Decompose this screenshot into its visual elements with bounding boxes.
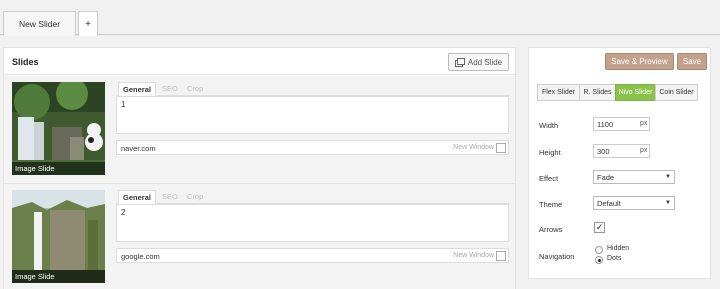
images-icon: [454, 57, 465, 67]
slide-item: Image Slide General SEO Crop 2 google.co…: [4, 184, 515, 289]
new-window-checkbox[interactable]: [496, 251, 506, 261]
type-coin-slider[interactable]: Coin Slider: [655, 84, 698, 101]
slide-item: Image Slide General SEO Crop 1 naver.com…: [4, 76, 515, 184]
chevron-down-icon: ▼: [665, 200, 671, 206]
new-window-label: New Window: [453, 144, 494, 151]
tab-general[interactable]: General: [118, 190, 156, 204]
height-unit: px: [640, 147, 648, 154]
type-flex-slider[interactable]: Flex Slider: [537, 84, 580, 101]
new-window-checkbox[interactable]: [496, 143, 506, 153]
theme-value: Default: [597, 199, 621, 208]
effect-select[interactable]: Fade ▼: [593, 170, 675, 184]
nav-hidden-label: Hidden: [607, 245, 630, 252]
slide-link-field[interactable]: google.com New Window: [116, 248, 509, 263]
tab-crop[interactable]: Crop: [187, 82, 203, 96]
add-slide-button[interactable]: Add Slide: [448, 53, 509, 71]
type-r-slides[interactable]: R. Slides: [579, 84, 616, 101]
tab-general[interactable]: General: [118, 82, 156, 96]
slide-thumbnail[interactable]: Image Slide: [12, 190, 105, 283]
effect-value: Fade: [597, 173, 615, 182]
add-tab-button[interactable]: +: [78, 11, 98, 36]
tab-new-slider[interactable]: New Slider: [3, 11, 76, 36]
slide-caption-textarea[interactable]: 2: [116, 204, 509, 242]
theme-select[interactable]: Default ▼: [593, 196, 675, 210]
arrows-checkbox[interactable]: ✓: [594, 222, 605, 233]
slides-header: Slides Add Slide: [4, 48, 515, 75]
save-button[interactable]: Save: [677, 53, 707, 70]
slide-caption-textarea[interactable]: 1: [116, 96, 509, 134]
nav-hidden-radio[interactable]: [595, 246, 603, 254]
thumb-label: Image Slide: [12, 162, 105, 175]
link-value: google.com: [121, 252, 160, 261]
slides-panel: Slides Add Slide Image Slide General SEO…: [3, 47, 516, 289]
arrows-label: Arrows: [539, 225, 563, 234]
nav-dots-radio[interactable]: [595, 256, 603, 264]
tab-crop[interactable]: Crop: [187, 190, 203, 204]
slide-tabs: General SEO Crop: [116, 190, 510, 204]
width-unit: px: [640, 120, 648, 127]
add-slide-label: Add Slide: [467, 57, 503, 67]
width-label: Width: [539, 121, 559, 130]
nav-dots-label: Dots: [607, 255, 622, 262]
effect-label: Effect: [539, 174, 559, 183]
slides-title: Slides: [12, 57, 39, 67]
chevron-down-icon: ▼: [665, 174, 671, 180]
tab-seo[interactable]: SEO: [162, 82, 178, 96]
tab-seo[interactable]: SEO: [162, 190, 178, 204]
tab-bar: New Slider +: [0, 0, 720, 36]
new-window-label: New Window: [453, 252, 494, 259]
slide-tabs: General SEO Crop: [116, 82, 510, 96]
slider-type-tabs: Flex Slider R. Slides Nivo Slider Coin S…: [537, 84, 698, 101]
height-label: Height: [539, 148, 561, 157]
type-nivo-slider[interactable]: Nivo Slider: [615, 84, 656, 101]
slide-link-field[interactable]: naver.com New Window: [116, 140, 509, 155]
navigation-label: Navigation: [539, 252, 575, 261]
link-value: naver.com: [121, 144, 156, 153]
slide-thumbnail[interactable]: Image Slide: [12, 82, 105, 175]
theme-label: Theme: [539, 200, 563, 209]
thumb-label: Image Slide: [12, 270, 105, 283]
settings-panel: Save & Preview Save Flex Slider R. Slide…: [528, 47, 711, 279]
save-preview-button[interactable]: Save & Preview: [605, 53, 674, 70]
